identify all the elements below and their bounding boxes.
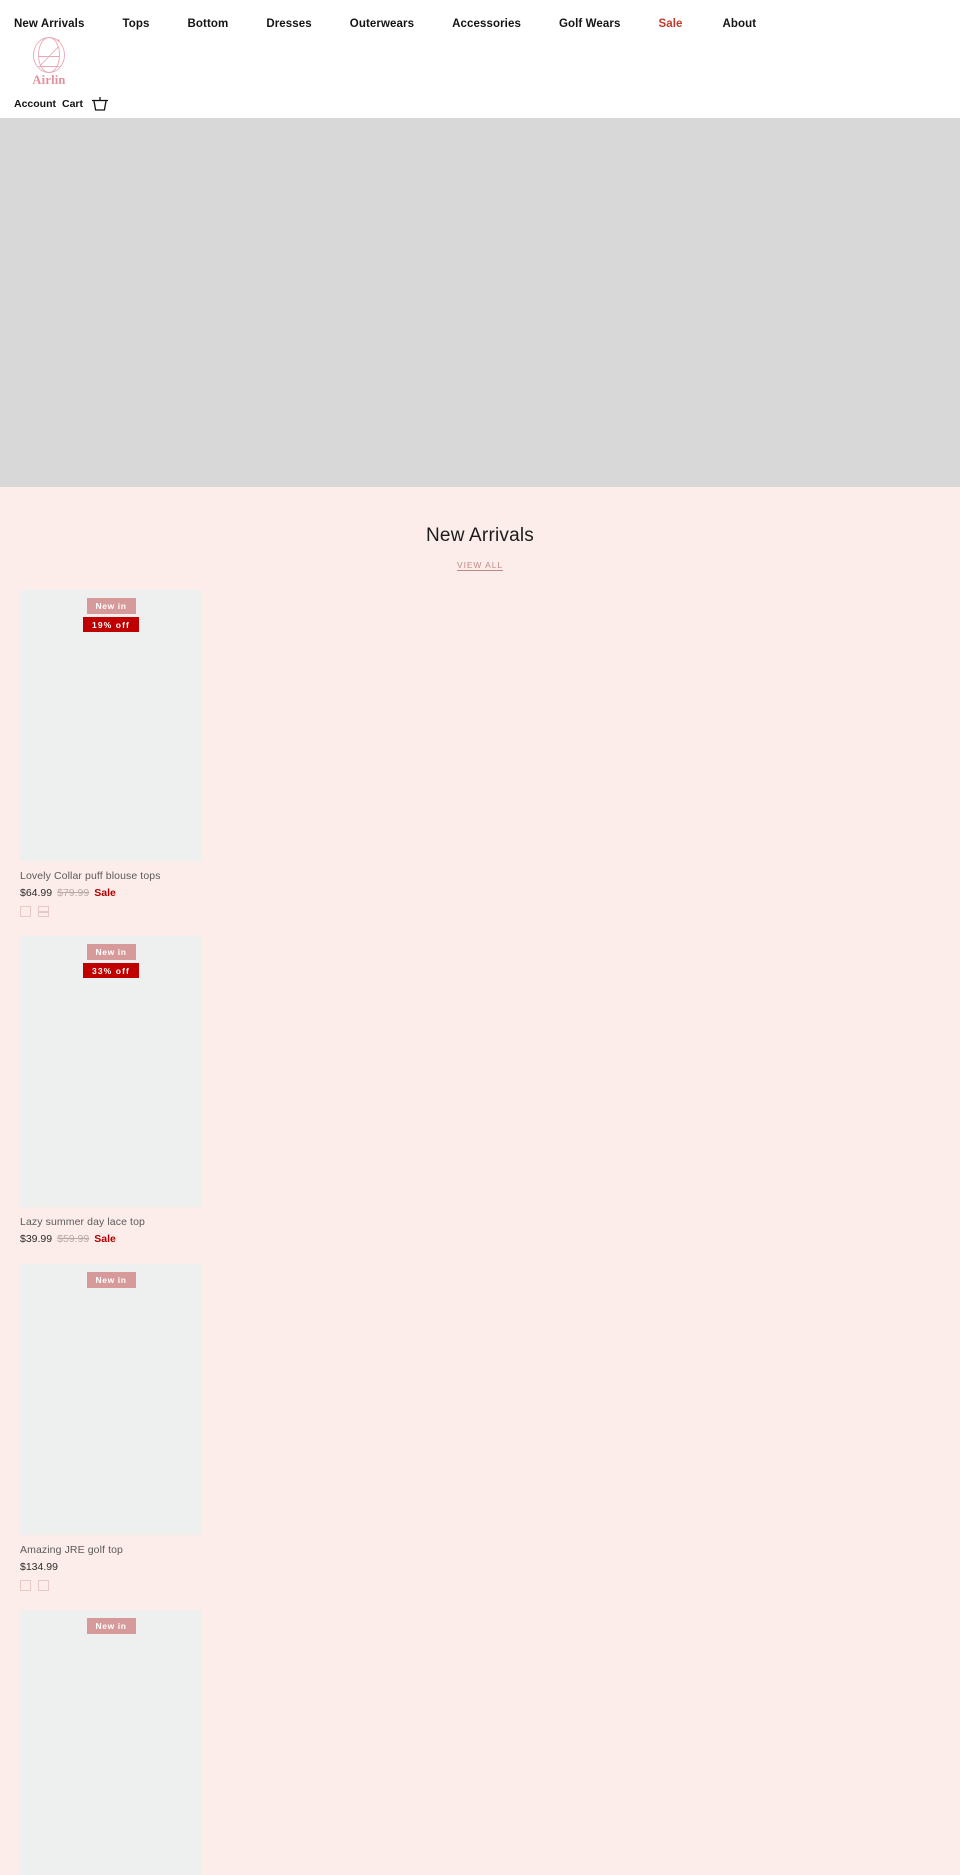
product-badges: New in — [20, 1272, 202, 1288]
nav-item-golf-wears[interactable]: Golf Wears — [559, 18, 621, 30]
nav-item-accessories[interactable]: Accessories — [452, 18, 521, 30]
product-swatches — [20, 906, 202, 918]
badge-new-in: New in — [86, 1618, 136, 1634]
badge-discount: 33% off — [83, 962, 139, 979]
nav-item-dresses[interactable]: Dresses — [266, 18, 311, 30]
product-image[interactable]: New in 33% off — [20, 936, 202, 1208]
color-swatch[interactable] — [20, 906, 31, 918]
color-swatch[interactable] — [38, 906, 49, 918]
product-grid: New in 19% off Lovely Collar puff blouse… — [0, 590, 960, 1875]
section-link-wrapper: VIEW ALL — [0, 555, 960, 573]
nav-item-about[interactable]: About — [723, 18, 757, 30]
header-utility-links: Account Cart — [14, 96, 109, 112]
badge-new-in: New in — [86, 1272, 136, 1288]
product-sale-tag: Sale — [94, 1233, 116, 1246]
product-title[interactable]: Lovely Collar puff blouse tops — [20, 870, 202, 883]
product-image[interactable]: New in — [20, 1610, 202, 1875]
product-price-row: $64.99 $79.99 Sale — [20, 887, 202, 899]
product-price-row: $39.99 $59.99 Sale — [20, 1233, 202, 1245]
product-badges: New in — [20, 1618, 202, 1634]
product-card[interactable]: New in 33% off Lazy summer day lace top … — [20, 936, 202, 1245]
product-image[interactable]: New in 19% off — [20, 590, 202, 861]
color-swatch[interactable] — [20, 1580, 31, 1592]
product-price: $39.99 — [20, 1233, 53, 1246]
nav-item-new-arrivals[interactable]: New Arrivals — [14, 18, 84, 30]
product-title[interactable]: Lazy summer day lace top — [20, 1216, 202, 1229]
brand-name: Airlin — [32, 73, 66, 87]
cart-link[interactable]: Cart — [62, 98, 83, 110]
product-compare-price: $59.99 — [57, 1233, 90, 1246]
product-badges: New in 33% off — [20, 944, 202, 979]
badge-discount: 19% off — [83, 616, 139, 632]
badge-new-in: New in — [86, 598, 136, 614]
product-card[interactable]: New in Amazing JRE golf top $134.99 — [20, 1264, 202, 1592]
nav-item-bottom[interactable]: Bottom — [187, 18, 228, 30]
product-price-row: $134.99 — [20, 1561, 202, 1573]
product-sale-tag: Sale — [94, 887, 116, 900]
product-image[interactable]: New in — [20, 1264, 202, 1536]
main-navigation: New Arrivals Tops Bottom Dresses Outerwe… — [0, 0, 960, 30]
product-card[interactable]: New in 19% off Lovely Collar puff blouse… — [20, 590, 202, 918]
product-price: $64.99 — [20, 887, 53, 900]
product-price: $134.99 — [20, 1561, 58, 1574]
shopping-basket-icon[interactable] — [91, 96, 109, 112]
product-compare-price: $79.99 — [57, 887, 90, 900]
product-badges: New in 19% off — [20, 598, 202, 632]
nav-item-tops[interactable]: Tops — [122, 18, 149, 30]
section-title: New Arrivals — [426, 525, 534, 546]
view-all-link[interactable]: VIEW ALL — [457, 560, 503, 570]
site-header: New Arrivals Tops Bottom Dresses Outerwe… — [0, 0, 960, 118]
airlin-monogram-icon — [33, 37, 65, 73]
nav-item-outerwears[interactable]: Outerwears — [350, 18, 414, 30]
color-swatch[interactable] — [38, 1580, 49, 1592]
new-arrivals-section: New Arrivals VIEW ALL New in 19% off Lov… — [0, 487, 960, 1875]
product-title[interactable]: Amazing JRE golf top — [20, 1544, 202, 1557]
brand-logo[interactable]: Airlin — [20, 36, 78, 88]
account-link[interactable]: Account — [14, 98, 56, 110]
badge-new-in: New in — [86, 944, 136, 960]
nav-item-sale[interactable]: Sale — [658, 18, 682, 30]
product-swatches — [20, 1580, 202, 1592]
hero-banner[interactable] — [0, 118, 960, 487]
product-card[interactable]: New in — [20, 1610, 202, 1875]
